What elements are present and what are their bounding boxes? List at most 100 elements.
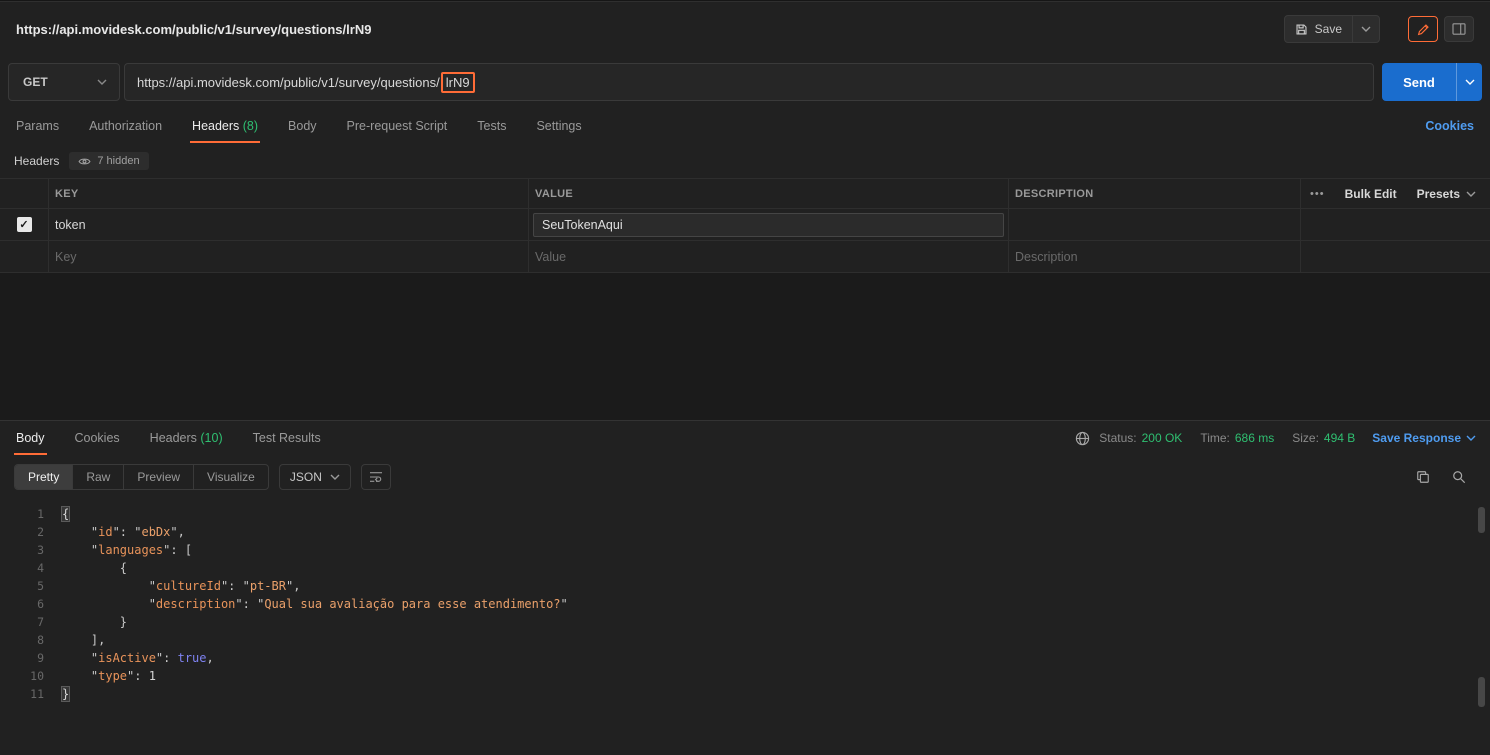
row-checkbox[interactable]: ✓	[16, 217, 32, 232]
request-tab-list: Params Authorization Headers (8) Body Pre-re…	[14, 109, 610, 143]
save-options-dropdown[interactable]	[1352, 16, 1379, 42]
copy-icon[interactable]	[1416, 470, 1430, 484]
wrap-text-button[interactable]	[360, 464, 391, 490]
description-cell[interactable]	[1008, 209, 1300, 240]
view-tab-preview[interactable]: Preview	[123, 465, 193, 489]
response-tab-headers[interactable]: Headers (10)	[148, 421, 225, 455]
column-header-description: DESCRIPTION	[1008, 179, 1300, 208]
request-builder: GET https://api.movidesk.com/public/v1/s…	[0, 56, 1490, 108]
view-tab-raw[interactable]: Raw	[72, 465, 123, 489]
chevron-down-icon	[1466, 435, 1476, 441]
headers-section-title: Headers	[14, 154, 60, 168]
tab-count: (10)	[196, 431, 223, 445]
response-status-bar: Status: 200 OK Time: 686 ms Size: 494 B …	[1075, 431, 1490, 446]
request-tab-tests[interactable]: Tests	[475, 109, 508, 143]
empty-area	[0, 273, 1490, 420]
column-header-value: VALUE	[528, 179, 1008, 208]
cookies-link[interactable]: Cookies	[1425, 119, 1490, 133]
value-placeholder[interactable]: Value	[528, 241, 1008, 272]
value-input[interactable]: SeuTokenAqui	[533, 212, 1004, 237]
tab-label: Body	[16, 431, 45, 445]
code-text: }	[62, 615, 128, 629]
scrollbar-thumb[interactable]	[1478, 507, 1485, 533]
save-button[interactable]: Save	[1285, 16, 1352, 42]
request-tab-settings[interactable]: Settings	[534, 109, 583, 143]
headers-table: KEY VALUE DESCRIPTION ••• Bulk Edit Pres…	[0, 178, 1490, 273]
method-value: GET	[23, 75, 48, 89]
tab-label: Authorization	[89, 119, 163, 133]
row-controls	[1300, 241, 1490, 272]
code-text: {	[62, 561, 128, 575]
code-line: 5 "cultureId": "pt-BR",	[0, 577, 1490, 595]
request-tab-authorization[interactable]: Authorization	[87, 109, 164, 143]
key-placeholder[interactable]: Key	[48, 241, 528, 272]
scrollbar-thumb[interactable]	[1478, 677, 1485, 707]
method-select[interactable]: GET	[8, 63, 120, 101]
value-cell: SeuTokenAqui	[528, 209, 1008, 240]
view-tab-visualize[interactable]: Visualize	[193, 465, 268, 489]
presets-label: Presets	[1416, 186, 1460, 201]
code-text: "cultureId": "pt-BR",	[62, 579, 301, 593]
request-panel: https://api.movidesk.com/public/v1/surve…	[0, 2, 1490, 273]
code-line: 7 }	[0, 613, 1490, 631]
url-input[interactable]: https://api.movidesk.com/public/v1/surve…	[124, 63, 1374, 101]
column-header-key: KEY	[48, 179, 528, 208]
bulk-edit-button[interactable]: Bulk Edit	[1345, 187, 1397, 201]
url-search-highlight: lrN9	[440, 71, 475, 93]
save-response-label: Save Response	[1372, 431, 1461, 445]
response-tab-cookies[interactable]: Cookies	[73, 421, 122, 455]
save-response-dropdown[interactable]: Save Response	[1372, 431, 1476, 445]
line-number: 10	[30, 669, 44, 683]
line-number: 1	[37, 507, 44, 521]
status-label: Status:	[1099, 431, 1137, 445]
header-row-placeholder: Key Value Description	[0, 241, 1490, 273]
response-tab-test-results[interactable]: Test Results	[251, 421, 323, 455]
view-tab-pretty[interactable]: Pretty	[15, 465, 73, 489]
response-tabs: Body Cookies Headers (10) Test Results Stat…	[0, 421, 1490, 455]
more-options-icon[interactable]: •••	[1310, 188, 1325, 200]
line-number: 4	[37, 561, 44, 575]
size-value: 494 B	[1323, 431, 1356, 445]
code-text: "type": 1	[62, 669, 156, 683]
chevron-down-icon	[1465, 79, 1474, 85]
request-tab-params[interactable]: Params	[14, 109, 61, 143]
request-tab-body[interactable]: Body	[286, 109, 319, 143]
send-options-dropdown[interactable]	[1456, 63, 1482, 101]
hidden-headers-toggle[interactable]: 7 hidden	[69, 152, 149, 170]
key-cell[interactable]: token	[48, 209, 528, 240]
line-number: 2	[37, 525, 44, 539]
edit-documentation-button[interactable]	[1408, 16, 1438, 42]
send-button[interactable]: Send	[1382, 63, 1456, 101]
topbar-icon-group	[1408, 16, 1474, 42]
line-number: 3	[37, 543, 44, 557]
save-button-label: Save	[1314, 22, 1342, 36]
tab-count: (8)	[239, 119, 259, 133]
request-tab-pre-request-script[interactable]: Pre-request Script	[345, 109, 450, 143]
response-tab-body[interactable]: Body	[14, 421, 47, 455]
search-icon[interactable]	[1452, 470, 1466, 484]
url-text: https://api.movidesk.com/public/v1/surve…	[137, 74, 440, 90]
code-line: 2 "id": "ebDx",	[0, 523, 1490, 541]
line-number: 8	[37, 633, 44, 647]
size-label: Size:	[1292, 431, 1319, 445]
code-lines: 1{2 "id": "ebDx", 3 "languages": [4 {5 "c…	[0, 505, 1490, 703]
code-line: 9 "isActive": true,	[0, 649, 1490, 667]
code-text: }	[60, 686, 71, 702]
code-line: 4 {	[0, 559, 1490, 577]
code-text: ],	[62, 633, 106, 647]
description-placeholder[interactable]: Description	[1008, 241, 1300, 272]
headers-table-header: KEY VALUE DESCRIPTION ••• Bulk Edit Pres…	[0, 179, 1490, 209]
comments-panel-icon[interactable]	[1444, 16, 1474, 42]
tab-label: Headers	[149, 431, 197, 445]
presets-dropdown[interactable]: Presets	[1417, 187, 1476, 201]
code-line: 1{	[0, 505, 1490, 523]
tab-label: Pre-request Script	[346, 119, 448, 133]
format-select[interactable]: JSON	[278, 464, 351, 490]
network-globe-icon[interactable]	[1075, 431, 1090, 446]
line-number: 9	[37, 651, 44, 665]
tab-label: Headers	[192, 119, 240, 133]
response-body-editor[interactable]: 1{2 "id": "ebDx", 3 "languages": [4 {5 "c…	[0, 499, 1490, 755]
table-controls: ••• Bulk Edit Presets	[1300, 179, 1490, 208]
tab-label: Settings	[536, 119, 582, 133]
request-tab-headers[interactable]: Headers (8)	[190, 109, 261, 143]
